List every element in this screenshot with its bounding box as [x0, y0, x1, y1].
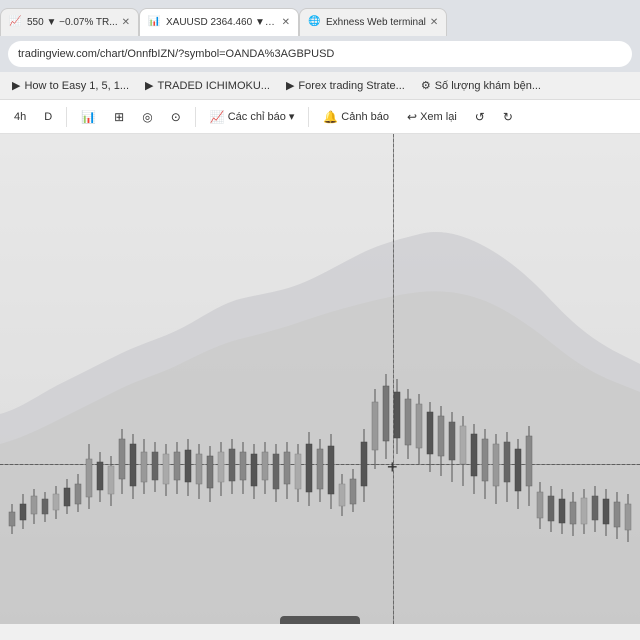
alert-button[interactable]: 🔔 Cảnh báo: [317, 107, 395, 127]
layout-button[interactable]: ⊞: [108, 107, 130, 127]
indicators-icon: 📈: [210, 110, 225, 124]
layout-icon: ⊞: [114, 110, 124, 124]
tab-2-favicon: 📊: [148, 16, 162, 30]
bookmark-1-icon: ▶: [12, 79, 20, 92]
redo-icon: ↻: [503, 110, 513, 124]
timeframe-label: 4h: [14, 111, 26, 123]
replay-icon: ↩: [407, 110, 417, 124]
tab-3[interactable]: 🌐 Exhness Web terminal ✕: [299, 8, 447, 36]
tab-bar: 📈 550 ▼ −0.07% TR... ✕ 📊 XAUUSD 2364.460…: [0, 0, 640, 36]
compare-icon: ⊙: [171, 110, 181, 124]
bookmark-2[interactable]: ▶ TRADED ICHIMOKU...: [141, 77, 274, 94]
candlesticks: [0, 134, 640, 624]
tab-3-title: Exhness Web terminal: [326, 17, 426, 28]
crosshair-vertical: [393, 134, 394, 624]
bookmark-3-icon: ▶: [286, 79, 294, 92]
circle-icon: ◎: [142, 110, 152, 124]
timeframe-d-button[interactable]: D: [38, 108, 58, 126]
chart-scroll-handle[interactable]: [280, 616, 360, 624]
alert-icon: 🔔: [323, 110, 338, 124]
bookmark-4-label: Số lượng khám bện...: [435, 80, 541, 92]
chart-area[interactable]: +: [0, 134, 640, 624]
crosshair-cursor-icon: +: [387, 457, 398, 478]
undo-icon: ↺: [475, 110, 485, 124]
tab-3-close[interactable]: ✕: [430, 17, 438, 28]
bookmark-2-label: TRADED ICHIMOKU...: [158, 80, 270, 92]
indicators-label: Các chỉ báo: [228, 111, 286, 123]
timeframe-button[interactable]: 4h: [8, 108, 32, 126]
address-input[interactable]: [8, 41, 632, 67]
bookmark-3[interactable]: ▶ Forex trading Strate...: [282, 77, 409, 94]
replay-button[interactable]: ↩ Xem lại: [401, 107, 463, 127]
compare-button[interactable]: ⊙: [165, 107, 187, 127]
price-line: [0, 464, 640, 465]
separator-3: [308, 107, 309, 127]
tab-2-title: XAUUSD 2364.460 ▼ −0.07% TR...: [166, 17, 278, 28]
crosshair-horizontal: [0, 464, 640, 465]
bookmark-1[interactable]: ▶ How to Easy 1, 5, 1...: [8, 77, 133, 94]
tab-1[interactable]: 📈 550 ▼ −0.07% TR... ✕: [0, 8, 139, 36]
bookmarks-bar: ▶ How to Easy 1, 5, 1... ▶ TRADED ICHIMO…: [0, 72, 640, 100]
replay-label: Xem lại: [420, 111, 457, 123]
bookmark-4[interactable]: ⚙ Số lượng khám bện...: [417, 77, 545, 94]
tab-1-close[interactable]: ✕: [122, 17, 130, 28]
candlestick-icon: 📊: [81, 110, 96, 124]
timeframe-d-label: D: [44, 111, 52, 123]
tab-1-title: 550 ▼ −0.07% TR...: [27, 17, 118, 28]
undo-button[interactable]: ↺: [469, 107, 491, 127]
bookmark-3-label: Forex trading Strate...: [298, 80, 404, 92]
tab-1-favicon: 📈: [9, 16, 23, 30]
chart-toolbar: 4h D 📊 ⊞ ◎ ⊙ 📈 Các chỉ báo ▾ 🔔 Cảnh báo …: [0, 100, 640, 134]
tab-2[interactable]: 📊 XAUUSD 2364.460 ▼ −0.07% TR... ✕: [139, 8, 299, 36]
tab-2-close[interactable]: ✕: [282, 17, 290, 28]
indicators-chevron: ▾: [289, 110, 295, 123]
indicators-button[interactable]: 📈 Các chỉ báo ▾: [204, 107, 301, 127]
separator-1: [66, 107, 67, 127]
tab-3-favicon: 🌐: [308, 16, 322, 30]
bookmark-1-label: How to Easy 1, 5, 1...: [24, 80, 129, 92]
bookmark-4-icon: ⚙: [421, 79, 431, 92]
ichimoku-cloud: [0, 134, 640, 624]
address-bar: [0, 36, 640, 72]
bookmark-2-icon: ▶: [145, 79, 153, 92]
alert-label: Cảnh báo: [341, 111, 389, 123]
chart-type-button[interactable]: 📊: [75, 107, 102, 127]
separator-2: [195, 107, 196, 127]
replay-icon-btn[interactable]: ◎: [136, 107, 158, 127]
redo-button[interactable]: ↻: [497, 107, 519, 127]
